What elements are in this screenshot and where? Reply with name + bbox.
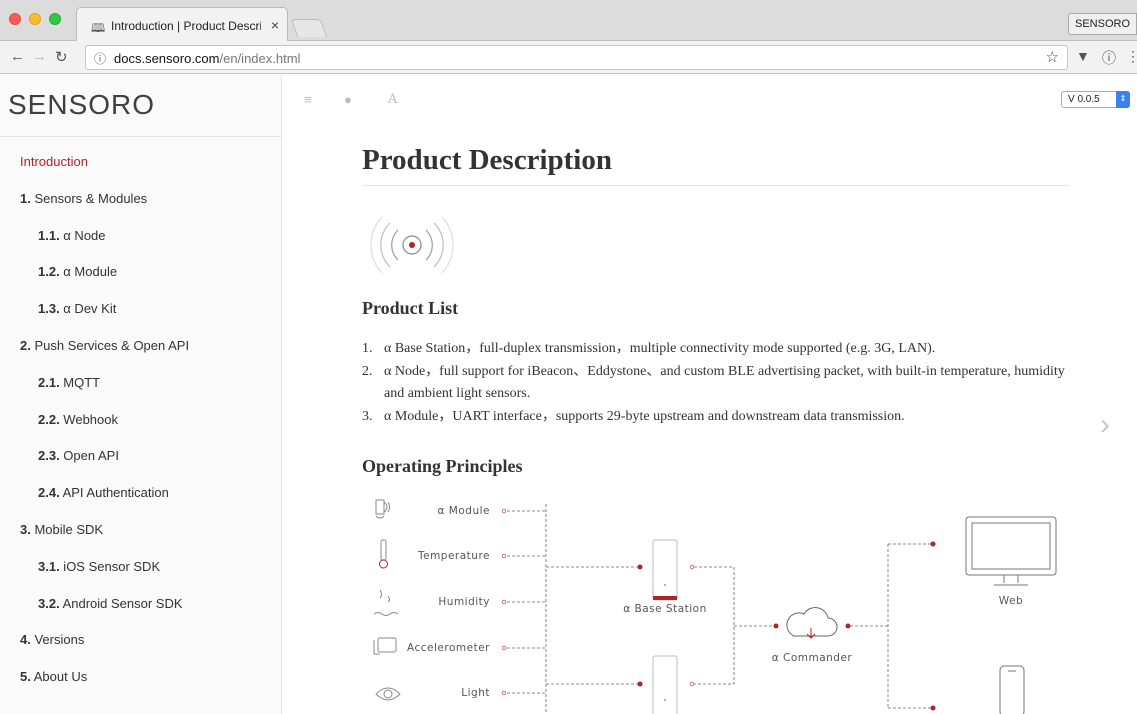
tab-close-button[interactable]: × [271,17,279,33]
sensor-label: Humidity [438,596,490,608]
toc-item-alpha-dev-kit[interactable]: 1.3. α Dev Kit [0,291,282,328]
base-station-icon [652,655,678,714]
toc-item-ios-sdk[interactable]: 3.1. iOS Sensor SDK [0,549,282,586]
toc-item-mqtt[interactable]: 2.1. MQTT [0,365,282,402]
toc-item-android-sdk[interactable]: 3.2. Android Sensor SDK [0,586,282,623]
book-icon: 🕮 [91,21,106,35]
divider [0,136,282,137]
list-item: 1. α Base Station，full-duplex transmissio… [362,341,936,356]
sensor-connectors [501,508,507,696]
browser-toolbar: ← → ↻ ⓘ docs.sensoro.com/en/index.html ☆… [0,41,1137,74]
phone-icon [999,665,1025,714]
sensor-label: Accelerometer [407,642,490,654]
browser-menu-icon[interactable]: ⋮ [1126,48,1137,65]
back-arrow-icon[interactable]: ← [10,48,25,65]
module-icon [375,499,390,519]
pocket-extension-icon[interactable]: ▼ [1076,48,1090,64]
url-path: /en/index.html [219,51,301,66]
operating-principles-diagram: α Module Temperature Humidity Accelerome… [373,499,1057,714]
product-list-heading: Product List [362,298,459,318]
minimize-window-button[interactable] [29,13,41,25]
page-content: Product Description Product List 1. α Bas… [362,140,1070,476]
reload-icon[interactable]: ↻ [55,48,68,66]
thermometer-icon [379,539,388,569]
browser-tab[interactable]: 🕮 Introduction | Product Descrip × [76,7,288,41]
info-icon[interactable]: ⓘ [94,50,106,67]
toc-item-sensors-modules[interactable]: 1. Sensors & Modules [0,181,282,218]
font-settings-icon[interactable]: A [388,92,397,107]
brand-logo[interactable]: SENSORO [8,89,155,121]
toc-item-push-services[interactable]: 2. Push Services & Open API [0,328,282,365]
base-station-label: α Base Station [623,603,707,615]
list-item: 3. α Module，UART interface，supports 29-by… [362,409,905,424]
sensor-label: Light [461,687,490,699]
accelerometer-icon [373,637,397,655]
select-chevron-icon: ⇕ [1116,91,1130,108]
cloud-icon [786,607,838,639]
sensor-label: α Module [438,505,490,517]
toc-item-alpha-node[interactable]: 1.1. α Node [0,218,282,255]
toc-item-about-us[interactable]: 5. About Us [0,659,282,696]
eye-icon [375,687,401,701]
url-text: docs.sensoro.com/en/index.html [114,51,300,66]
extension-info-icon[interactable]: ⓘ [1102,48,1116,68]
sensor-label: Temperature [417,550,490,562]
operating-principles-heading: Operating Principles [362,456,523,476]
forward-arrow-icon[interactable]: → [32,48,47,65]
web-label: Web [999,595,1023,607]
new-tab-button[interactable] [290,19,328,37]
url-host: docs.sensoro.com [114,51,220,66]
toc-item-api-authentication[interactable]: 2.4. API Authentication [0,475,282,512]
product-list: 1. α Base Station，full-duplex transmissio… [362,338,1070,429]
bookmark-star-icon[interactable]: ☆ [1046,48,1059,66]
humidity-icon [373,589,399,616]
toggle-sidebar-icon[interactable]: ≡ [304,92,312,107]
page-title: Product Description [362,140,1070,186]
language-globe-icon[interactable]: ● [344,92,352,107]
address-bar[interactable]: ⓘ docs.sensoro.com/en/index.html ☆ [85,45,1068,70]
browser-tab-bar: 🕮 Introduction | Product Descrip × SENSO… [0,0,1137,41]
profile-button[interactable]: SENSORO [1067,13,1137,35]
monitor-icon [965,516,1057,586]
toc-item-alpha-module[interactable]: 1.2. α Module [0,254,282,291]
base-station-icon [652,539,678,601]
toc-menu: Introduction 1. Sensors & Modules 1.1. α… [0,144,282,696]
tab-title: Introduction | Product Descrip [111,19,261,33]
toc-item-open-api[interactable]: 2.3. Open API [0,438,282,475]
close-window-button[interactable] [9,13,21,25]
version-select[interactable]: V 0.0.5 ⇕ [1061,91,1130,108]
list-item: 2. α Node，full support for iBeacon、Eddyst… [362,364,1065,401]
commander-label: α Commander [772,652,853,664]
version-value: V 0.0.5 [1068,94,1100,105]
toc-item-webhook[interactable]: 2.2. Webhook [0,402,282,439]
toc-item-versions[interactable]: 4. Versions [0,622,282,659]
signal-rings-icon [370,216,454,274]
maximize-window-button[interactable] [49,13,61,25]
book-sidebar: SENSORO Introduction 1. Sensors & Module… [0,75,282,714]
next-page-chevron-icon[interactable]: › [1100,408,1110,442]
toc-item-introduction[interactable]: Introduction [0,144,282,181]
toc-item-mobile-sdk[interactable]: 3. Mobile SDK [0,512,282,549]
